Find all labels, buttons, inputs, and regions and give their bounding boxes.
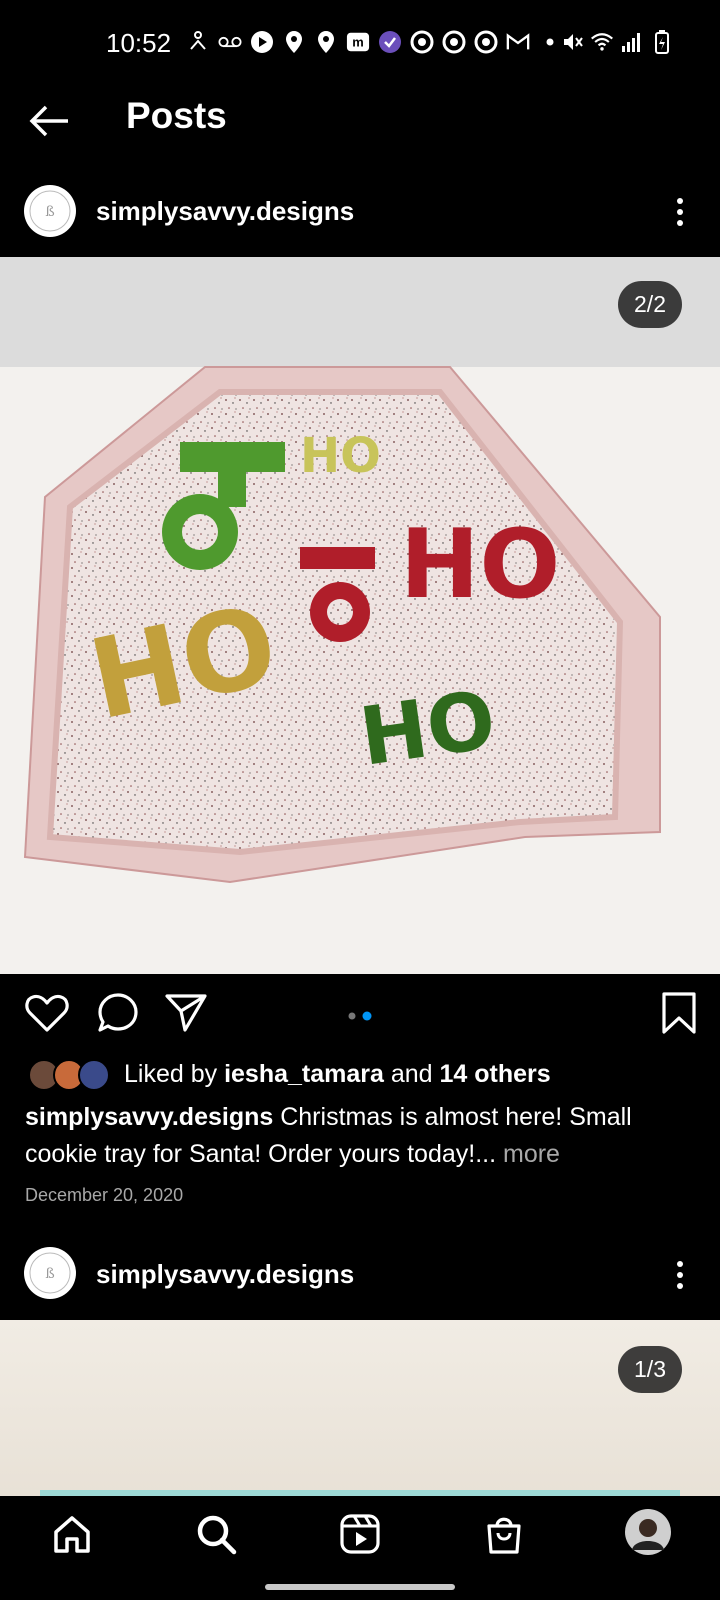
back-button[interactable]	[26, 98, 72, 144]
post-username[interactable]: simplysavvy.designs	[96, 196, 354, 227]
comment-button[interactable]	[95, 990, 141, 1036]
svg-text:HO: HO	[354, 673, 501, 784]
more-vertical-icon	[677, 198, 683, 226]
gmail-icon	[506, 30, 530, 54]
post-image[interactable]: HO HO HO HO 2/2	[0, 257, 720, 974]
svg-text:ß: ß	[45, 1266, 54, 1282]
nav-profile-button[interactable]	[624, 1508, 672, 1556]
post-caption: simplysavvy.designs Christmas is almost …	[25, 1099, 705, 1173]
bookmark-icon	[662, 992, 696, 1034]
status-time: 10:52	[106, 28, 172, 58]
brand-logo-icon: ß	[29, 190, 71, 232]
system-icons	[560, 30, 674, 54]
chrome-icon-2	[442, 30, 466, 54]
svg-text:HO: HO	[300, 428, 381, 484]
location-icon-2	[314, 30, 338, 54]
reels-icon	[340, 1514, 380, 1554]
liker-avatars[interactable]	[28, 1058, 112, 1092]
caption-more-link[interactable]: more	[496, 1140, 560, 1168]
gesture-home-bar[interactable]	[265, 1584, 455, 1590]
back-arrow-icon	[29, 105, 68, 137]
post-options-button[interactable]	[675, 196, 685, 228]
like-button[interactable]	[24, 990, 70, 1036]
post2-author-avatar[interactable]: ß	[24, 1247, 76, 1299]
liker-avatars-icon	[28, 1059, 110, 1091]
send-icon	[165, 994, 207, 1032]
liked-by-prefix: Liked by	[124, 1060, 225, 1088]
liked-by-user[interactable]: iesha_tamara	[224, 1060, 384, 1088]
liked-by-others[interactable]: 14 others	[440, 1060, 551, 1088]
svg-text:HO: HO	[400, 510, 560, 620]
ho-gold-small: HO	[300, 428, 381, 484]
heart-icon	[25, 994, 69, 1032]
home-icon	[54, 1516, 90, 1553]
battery-icon	[650, 30, 674, 54]
resin-tray-photo: HO HO HO HO	[0, 257, 720, 974]
more-dot-icon	[538, 30, 562, 54]
more-vertical-icon-2	[677, 1261, 683, 1289]
post-author-avatar[interactable]: ß	[24, 185, 76, 237]
location-icon	[282, 30, 306, 54]
nav-search-button[interactable]	[194, 1512, 238, 1556]
voicemail-icon	[218, 30, 242, 54]
svg-text:m: m	[352, 35, 363, 50]
ho-dark-green: HO	[354, 673, 501, 784]
shop-bag-icon	[487, 1517, 521, 1554]
post2-carousel-counter: 1/3	[618, 1346, 682, 1393]
nav-home-button[interactable]	[50, 1512, 94, 1556]
wifi-icon	[590, 30, 614, 54]
svg-text:ß: ß	[45, 204, 54, 220]
post2-options-button[interactable]	[675, 1259, 685, 1291]
post2-image[interactable]: 1/3	[0, 1320, 720, 1500]
page-title: Posts	[126, 95, 227, 136]
share-button[interactable]	[163, 990, 209, 1036]
post-date: December 20, 2020	[25, 1185, 184, 1205]
comment-icon	[98, 993, 138, 1032]
profile-avatar	[625, 1509, 671, 1555]
status-bar: 10:52 m	[0, 0, 720, 80]
carousel-dots	[348, 1008, 378, 1021]
play-icon	[250, 30, 274, 54]
ho-red-large: HO	[400, 510, 560, 620]
page-indicator-icon	[348, 1011, 372, 1021]
nav-shop-button[interactable]	[482, 1512, 526, 1556]
search-icon	[197, 1515, 237, 1555]
accessibility-icon	[186, 30, 210, 54]
caption-username[interactable]: simplysavvy.designs	[25, 1103, 273, 1131]
save-button[interactable]	[656, 990, 702, 1036]
chrome-icon-3	[474, 30, 498, 54]
mute-icon	[560, 30, 584, 54]
liked-by-and: and	[383, 1060, 440, 1088]
carousel-counter: 2/2	[618, 281, 682, 328]
likes-summary[interactable]: Liked by iesha_tamara and 14 others	[124, 1060, 551, 1089]
chrome-icon	[410, 30, 434, 54]
app-m-icon: m	[346, 30, 370, 54]
notification-icons: m	[186, 30, 562, 54]
brand-logo-icon-2: ß	[29, 1252, 71, 1294]
nav-reels-button[interactable]	[338, 1512, 382, 1556]
post2-username[interactable]: simplysavvy.designs	[96, 1259, 354, 1290]
signal-icon	[620, 30, 644, 54]
check-shield-icon	[378, 30, 402, 54]
